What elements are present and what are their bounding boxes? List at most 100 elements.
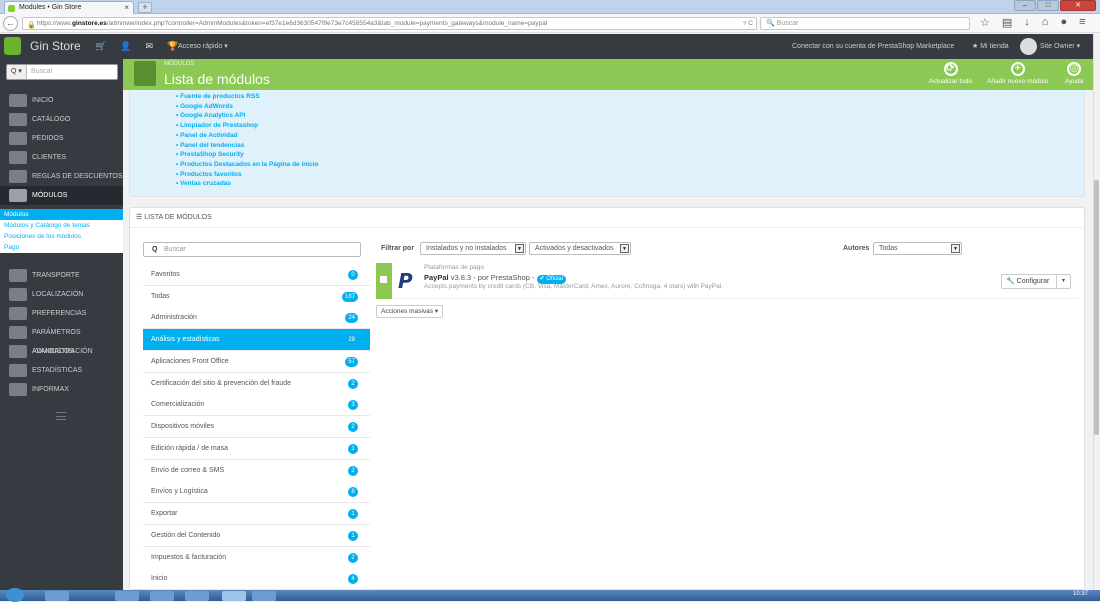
- breadcrumb[interactable]: Módulos: [164, 61, 194, 67]
- marketplace-link[interactable]: Conectar con su cuenta de PrestaShop Mar…: [792, 34, 954, 59]
- recommended-item[interactable]: Fuente de productos RSS: [176, 92, 318, 102]
- quick-access-menu[interactable]: Acceso rápido ▾: [178, 34, 228, 59]
- sidebar-item-administracion[interactable]: ADMINISTRACIÓN: [0, 342, 123, 361]
- taskbar-app-icon[interactable]: [252, 591, 276, 601]
- store-name[interactable]: Gin Store: [30, 34, 81, 59]
- reload-icon[interactable]: ▿ C: [743, 18, 753, 29]
- sidebar-item-transporte[interactable]: TRANSPORTE: [0, 266, 123, 285]
- category-item[interactable]: Comercialización 3: [143, 394, 370, 416]
- category-item[interactable]: Impuestos & facturación 2: [143, 547, 370, 569]
- home-icon[interactable]: ⌂: [1042, 16, 1049, 29]
- start-button-icon[interactable]: [6, 588, 24, 602]
- lock-icon: 🔒: [27, 22, 36, 29]
- recommended-item[interactable]: Google AdWords: [176, 102, 318, 112]
- prestashop-logo[interactable]: [4, 37, 21, 55]
- download-icon[interactable]: ↓: [1024, 16, 1030, 29]
- chat-icon[interactable]: ●: [1060, 16, 1067, 29]
- my-store-link[interactable]: ★ Mi tienda: [972, 34, 1009, 59]
- help-button[interactable]: ◎ Ayuda: [1065, 62, 1083, 85]
- recommended-item[interactable]: Google Analytics API: [176, 111, 318, 121]
- favicon-icon: [8, 5, 15, 12]
- sidebar-subitem-pago[interactable]: Pago: [0, 242, 123, 253]
- active-filter-select[interactable]: Activados y desactivados ▼: [529, 242, 631, 255]
- taskbar-app-icon[interactable]: [150, 591, 174, 601]
- update-all-button[interactable]: ⟳ Actualizar todo: [929, 62, 972, 85]
- recommended-item[interactable]: Panel de Actividad: [176, 131, 318, 141]
- install-filter-select[interactable]: Instalados y no instalados ▼: [420, 242, 526, 255]
- sidebar-search-input[interactable]: Q ▾ Buscar: [6, 64, 118, 80]
- category-item[interactable]: Favoritos 0: [143, 264, 370, 286]
- customers-icon[interactable]: 👤: [120, 34, 131, 59]
- wrench-icon: 🔧: [1006, 278, 1015, 285]
- category-item[interactable]: Certificación del sitio & prevención del…: [143, 373, 370, 395]
- back-icon[interactable]: ←: [3, 16, 18, 31]
- collapse-menu-icon[interactable]: [56, 412, 66, 420]
- new-tab-button[interactable]: +: [138, 2, 152, 13]
- window-controls: – □ ✕: [1014, 0, 1096, 12]
- taskbar-browser-icon[interactable]: [222, 591, 246, 601]
- category-item-selected[interactable]: Análisis y estadísticas 29: [143, 329, 370, 351]
- menu-icon[interactable]: ≡: [1079, 16, 1085, 29]
- search-icon[interactable]: Q ▾: [7, 65, 27, 79]
- recommended-item[interactable]: Limpiador de Prestashop: [176, 121, 318, 131]
- sidebar-item-catalogo[interactable]: CATÁLOGO: [0, 110, 123, 129]
- recommended-item[interactable]: Ventas cruzadas: [176, 179, 318, 189]
- maximize-button[interactable]: □: [1037, 0, 1059, 11]
- taskbar-app-icon[interactable]: [115, 591, 139, 601]
- category-item[interactable]: Administración 24: [143, 307, 370, 329]
- sidebar-item-descuentos[interactable]: REGLAS DE DESCUENTOS: [0, 167, 123, 186]
- sidebar-item-informax[interactable]: INFORMAX: [0, 380, 123, 399]
- recommended-item[interactable]: Productos Destacados en la Página de ini…: [176, 160, 318, 170]
- category-item[interactable]: Inicio 4: [143, 568, 370, 590]
- bookmarks-list-icon[interactable]: ▤: [1002, 16, 1012, 29]
- orders-icon[interactable]: 🛒: [95, 34, 106, 59]
- authors-select[interactable]: Todas ▼: [873, 242, 962, 255]
- url-input[interactable]: 🔒 https://www.ginstore.es/adminwe/index.…: [22, 17, 757, 30]
- close-window-button[interactable]: ✕: [1060, 0, 1096, 11]
- sidebar-item-parametros[interactable]: PARÁMETROS AVANZADOS: [0, 323, 123, 355]
- category-item[interactable]: Gestión del Contenido 1: [143, 525, 370, 547]
- recommended-item[interactable]: Productos favoritos: [176, 170, 318, 180]
- category-item[interactable]: Aplicaciones Front Office 57: [143, 351, 370, 373]
- category-search-input[interactable]: Q Buscar: [143, 242, 361, 257]
- sidebar-item-inicio[interactable]: INICIO: [0, 91, 123, 110]
- bookmark-star-icon[interactable]: ☆: [980, 16, 990, 29]
- sidebar-subitem-catalogo-temas[interactable]: Módulos y Catálogo de temas: [0, 220, 123, 231]
- taskbar-app-icon[interactable]: [185, 591, 209, 601]
- owner-name: Site Owner ▾: [1040, 43, 1081, 50]
- category-item[interactable]: Todas 187: [143, 286, 370, 308]
- messages-icon[interactable]: ✉: [145, 34, 153, 59]
- category-item[interactable]: Envío de correo & SMS 2: [143, 460, 370, 482]
- owner-menu[interactable]: Site Owner ▾: [1020, 34, 1080, 59]
- scrollbar-thumb[interactable]: [1094, 180, 1099, 435]
- add-module-button[interactable]: + Añadir nuevo módulo: [987, 62, 1048, 85]
- configure-dropdown-icon[interactable]: ▾: [1056, 275, 1070, 288]
- sidebar-item-pedidos[interactable]: PEDIDOS: [0, 129, 123, 148]
- configure-button[interactable]: 🔧 Configurar ▾: [1001, 274, 1071, 289]
- browser-search-input[interactable]: 🔍 Buscar: [760, 17, 970, 30]
- count-badge: 0: [348, 270, 358, 280]
- sidebar-subitem-modulos[interactable]: Módulos: [0, 209, 123, 220]
- sidebar-item-estadisticas[interactable]: ESTADÍSTICAS: [0, 361, 123, 380]
- sidebar-item-localizacion[interactable]: LOCALIZACIÓN: [0, 285, 123, 304]
- sidebar-item-preferencias[interactable]: PREFERENCIAS: [0, 304, 123, 323]
- bulk-actions-button[interactable]: Acciones masivas ▾: [376, 305, 444, 318]
- trophy-icon[interactable]: 🏆: [167, 34, 178, 59]
- sidebar-item-clientes[interactable]: CLIENTES: [0, 148, 123, 167]
- recommended-item[interactable]: PrestaShop Security: [176, 150, 318, 160]
- module-list-panel: ☰ LISTA DE MÓDULOS Q Buscar Favoritos 0 T…: [129, 207, 1085, 590]
- sidebar-subitem-posiciones[interactable]: Posiciones de los módulos: [0, 231, 123, 242]
- category-item[interactable]: Exportar 1: [143, 503, 370, 525]
- recommended-list: Fuente de productos RSS Google AdWords G…: [176, 92, 318, 189]
- category-item[interactable]: Envíos y Logística 8: [143, 481, 370, 503]
- recommended-item[interactable]: Panel del tendencias: [176, 141, 318, 151]
- tab-close-icon[interactable]: ×: [124, 2, 129, 14]
- minimize-button[interactable]: –: [1014, 0, 1036, 11]
- module-checkbox[interactable]: [380, 276, 387, 283]
- admin-topbar: Gin Store 🛒 👤 ✉ 🏆 Acceso rápido ▾ Conect…: [0, 34, 1100, 59]
- taskbar-app-icon[interactable]: [45, 591, 69, 601]
- category-item[interactable]: Edición rápida / de masa 1: [143, 438, 370, 460]
- sidebar-item-modulos[interactable]: MÓDULOS: [0, 186, 123, 205]
- category-item[interactable]: Dispositivos móviles 2: [143, 416, 370, 438]
- browser-tab[interactable]: Modules • Gin Store ×: [4, 1, 134, 14]
